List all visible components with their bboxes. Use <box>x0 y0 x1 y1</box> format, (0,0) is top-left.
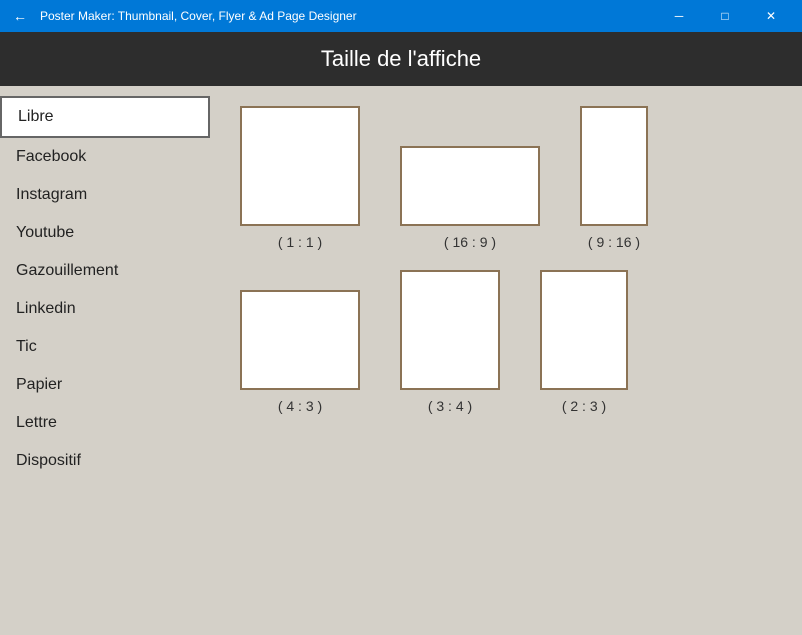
poster-row-0: ( 1 : 1 ) ( 16 : 9 ) ( 9 : 16 ) <box>240 106 772 250</box>
sidebar-item-gazouillement[interactable]: Gazouillement <box>0 252 210 290</box>
sidebar-item-youtube[interactable]: Youtube <box>0 214 210 252</box>
poster-preview-1-1 <box>240 106 360 226</box>
close-button[interactable]: ✕ <box>748 0 794 32</box>
poster-grid: ( 1 : 1 )( 16 : 9 )( 9 : 16 )( 4 : 3 )( … <box>210 86 802 635</box>
poster-preview-16-9 <box>400 146 540 226</box>
window-controls: ─ □ ✕ <box>656 0 794 32</box>
poster-label-4-3: ( 4 : 3 ) <box>278 398 322 414</box>
sidebar-item-tic[interactable]: Tic <box>0 328 210 366</box>
sidebar-item-lettre[interactable]: Lettre <box>0 404 210 442</box>
app-header: Taille de l'affiche <box>0 32 802 86</box>
poster-item-2-3[interactable]: ( 2 : 3 ) <box>540 270 628 414</box>
poster-label-1-1: ( 1 : 1 ) <box>278 234 322 250</box>
poster-label-3-4: ( 3 : 4 ) <box>428 398 472 414</box>
title-bar: ← Poster Maker: Thumbnail, Cover, Flyer … <box>0 0 802 32</box>
minimize-button[interactable]: ─ <box>656 0 702 32</box>
sidebar-item-facebook[interactable]: Facebook <box>0 138 210 176</box>
poster-item-4-3[interactable]: ( 4 : 3 ) <box>240 290 360 414</box>
poster-item-1-1[interactable]: ( 1 : 1 ) <box>240 106 360 250</box>
poster-preview-9-16 <box>580 106 648 226</box>
back-button[interactable]: ← <box>8 4 32 28</box>
poster-item-16-9[interactable]: ( 16 : 9 ) <box>400 146 540 250</box>
poster-label-16-9: ( 16 : 9 ) <box>444 234 496 250</box>
sidebar: LibreFacebookInstagramYoutubeGazouilleme… <box>0 86 210 635</box>
poster-item-3-4[interactable]: ( 3 : 4 ) <box>400 270 500 414</box>
poster-item-9-16[interactable]: ( 9 : 16 ) <box>580 106 648 250</box>
poster-row-1: ( 4 : 3 ) ( 3 : 4 ) ( 2 : 3 ) <box>240 270 772 414</box>
sidebar-item-linkedin[interactable]: Linkedin <box>0 290 210 328</box>
poster-label-2-3: ( 2 : 3 ) <box>562 398 606 414</box>
sidebar-item-instagram[interactable]: Instagram <box>0 176 210 214</box>
main-content: LibreFacebookInstagramYoutubeGazouilleme… <box>0 86 802 635</box>
maximize-button[interactable]: □ <box>702 0 748 32</box>
sidebar-item-dispositif[interactable]: Dispositif <box>0 442 210 480</box>
page-title: Taille de l'affiche <box>321 46 481 71</box>
poster-preview-4-3 <box>240 290 360 390</box>
app-title: Poster Maker: Thumbnail, Cover, Flyer & … <box>40 9 656 23</box>
poster-preview-3-4 <box>400 270 500 390</box>
poster-preview-2-3 <box>540 270 628 390</box>
sidebar-item-papier[interactable]: Papier <box>0 366 210 404</box>
sidebar-item-libre[interactable]: Libre <box>0 96 210 138</box>
poster-label-9-16: ( 9 : 16 ) <box>588 234 640 250</box>
